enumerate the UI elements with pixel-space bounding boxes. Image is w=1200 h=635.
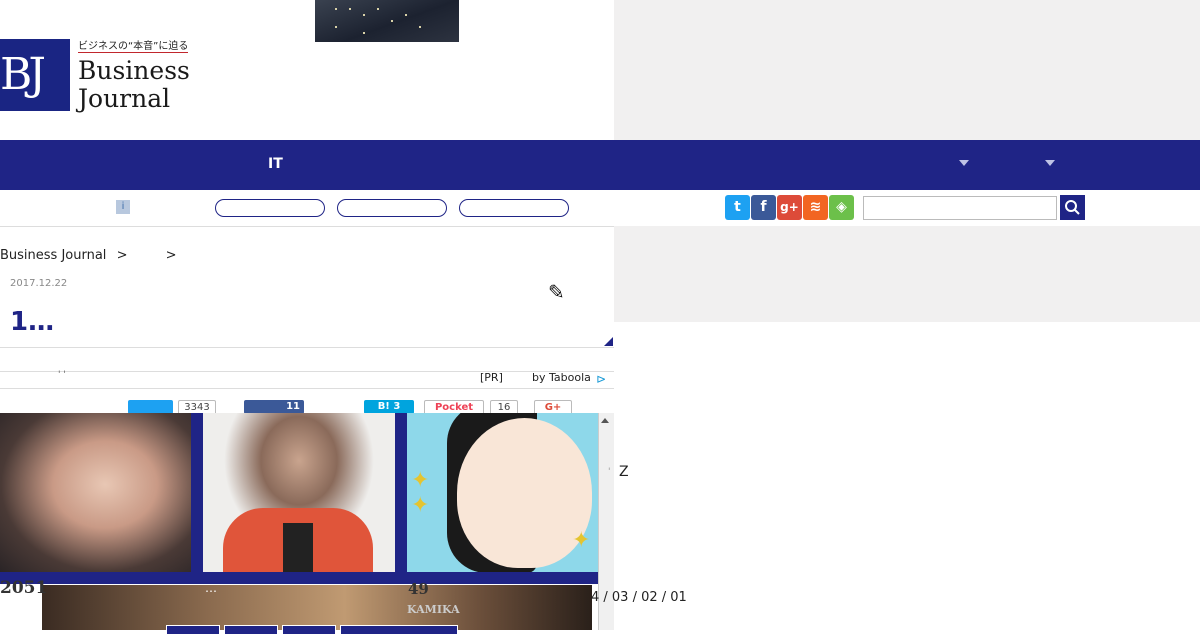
- ranking-number: 2051: [0, 578, 48, 598]
- image-tab[interactable]: [224, 625, 278, 635]
- breadcrumb: Business Journal > >: [0, 248, 177, 263]
- category-pill-button[interactable]: [337, 199, 447, 217]
- article-thumbnail[interactable]: [0, 413, 191, 572]
- logo-word-business[interactable]: Business: [78, 56, 190, 86]
- hatena-bookmark-button[interactable]: B! 3: [364, 400, 414, 414]
- feedly-icon[interactable]: ◈: [829, 195, 854, 220]
- article-thumbnail[interactable]: [203, 413, 395, 572]
- search-button[interactable]: [1060, 195, 1085, 220]
- taboola-strip: ' ': [0, 370, 614, 389]
- taboola-quote-marks: ' ': [58, 370, 66, 380]
- category-pill-button[interactable]: [215, 199, 325, 217]
- corner-decoration: [604, 337, 613, 346]
- article-title[interactable]: 1…: [10, 307, 54, 337]
- main-nav: [0, 140, 1200, 190]
- taboola-attribution[interactable]: by Taboola: [532, 371, 591, 384]
- logo-word-journal[interactable]: Journal: [78, 84, 170, 114]
- tweet-button[interactable]: [128, 400, 173, 414]
- rss-icon[interactable]: ≋: [803, 195, 828, 220]
- google-plus-icon[interactable]: g+: [777, 195, 802, 220]
- ellipsis-text: …: [205, 581, 217, 595]
- logo-tagline: ビジネスの“本音”に迫る: [78, 41, 189, 52]
- pagination[interactable]: 4 / 03 / 02 / 01: [591, 590, 687, 605]
- taboola-pr-label: [PR]: [480, 371, 503, 384]
- logo-tagline-rule: [78, 52, 188, 53]
- image-tab[interactable]: [340, 625, 458, 635]
- article-thumbnail[interactable]: ✦ ✦ ✦: [407, 413, 598, 572]
- thumbnail-band: [0, 572, 598, 584]
- ranking-number: 49: [408, 580, 429, 598]
- search-input[interactable]: [863, 196, 1057, 220]
- facebook-like-button[interactable]: 11: [244, 400, 304, 414]
- article-date: 2017.12.22: [10, 278, 68, 289]
- breadcrumb-separator: >: [165, 248, 177, 263]
- chevron-down-icon[interactable]: [959, 160, 969, 166]
- scroll-up-icon[interactable]: [601, 418, 609, 423]
- facebook-icon[interactable]: f: [751, 195, 776, 220]
- image-tab[interactable]: [282, 625, 336, 635]
- thumbnail-divider: [191, 413, 203, 572]
- image-tab[interactable]: [166, 625, 220, 635]
- taboola-icon[interactable]: ⊳: [596, 372, 606, 386]
- chevron-down-icon[interactable]: [1045, 160, 1055, 166]
- search-icon: [1065, 200, 1080, 215]
- logo-mark[interactable]: BJ: [0, 39, 70, 111]
- info-icon[interactable]: i: [116, 200, 130, 214]
- category-pill-button[interactable]: [459, 199, 569, 217]
- breadcrumb-separator: >: [116, 248, 128, 263]
- breadcrumb-home[interactable]: Business Journal: [0, 248, 106, 263]
- twitter-icon[interactable]: t: [725, 195, 750, 220]
- featured-article-image[interactable]: [42, 585, 592, 630]
- right-letter: Z: [619, 464, 629, 480]
- thumbnail-divider: [395, 413, 407, 572]
- pencil-icon: ✎: [548, 280, 565, 304]
- kamika-label: KAMIKA: [407, 603, 460, 616]
- header-banner-image[interactable]: [315, 0, 459, 42]
- nav-item-it[interactable]: IT: [268, 156, 283, 172]
- right-grey-block: [614, 226, 1200, 322]
- tick-mark: ': [608, 467, 611, 477]
- article-header: [0, 270, 614, 348]
